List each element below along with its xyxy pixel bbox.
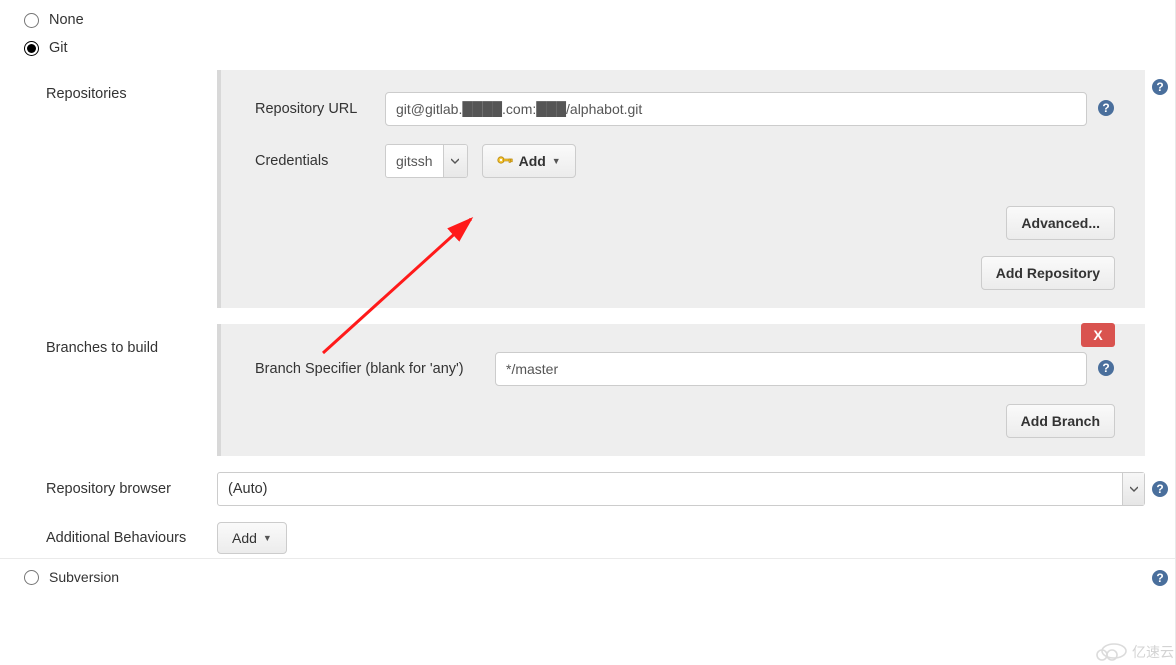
svg-text:?: ?	[1102, 101, 1109, 115]
caret-down-icon: ▼	[552, 156, 561, 166]
help-icon[interactable]: ?	[1151, 78, 1169, 96]
svg-text:?: ?	[1156, 482, 1163, 496]
help-icon[interactable]: ?	[1151, 569, 1169, 590]
scm-git-radio[interactable]	[24, 41, 39, 56]
add-behaviour-button[interactable]: Add ▼	[217, 522, 287, 554]
scm-subversion-label: Subversion	[49, 569, 119, 585]
credentials-selected: gitssh	[386, 145, 443, 177]
svg-text:?: ?	[1156, 571, 1163, 585]
help-icon[interactable]: ?	[1097, 99, 1115, 120]
branch-specifier-label: Branch Specifier (blank for 'any')	[255, 361, 495, 377]
branch-specifier-input[interactable]	[495, 352, 1087, 386]
chevron-down-icon	[443, 145, 467, 177]
branches-label: Branches to build	[46, 324, 217, 356]
caret-down-icon: ▼	[263, 533, 272, 543]
additional-behaviours-label: Additional Behaviours	[46, 530, 217, 546]
chevron-down-icon	[1122, 473, 1144, 505]
scm-none-label: None	[49, 12, 84, 28]
repositories-panel: Repository URL ? Credentials	[217, 70, 1145, 308]
delete-branch-button[interactable]: X	[1081, 323, 1115, 347]
repo-browser-select[interactable]: (Auto)	[217, 472, 1145, 506]
scm-none-radio[interactable]	[24, 13, 39, 28]
help-icon[interactable]: ?	[1097, 359, 1115, 380]
add-branch-button[interactable]: Add Branch	[1006, 404, 1115, 438]
add-repository-button[interactable]: Add Repository	[981, 256, 1115, 290]
svg-text:?: ?	[1102, 361, 1109, 375]
repo-browser-label: Repository browser	[46, 481, 217, 497]
add-credentials-label: Add	[519, 153, 546, 169]
repository-url-input[interactable]	[385, 92, 1087, 126]
key-icon	[497, 153, 513, 169]
help-icon[interactable]: ?	[1151, 480, 1169, 498]
credentials-select[interactable]: gitssh	[385, 144, 468, 178]
scm-subversion-radio[interactable]	[24, 570, 39, 585]
repositories-label: Repositories	[46, 70, 217, 102]
watermark: 亿速云	[1090, 641, 1174, 663]
branches-panel: X Branch Specifier (blank for 'any') ?	[217, 324, 1145, 456]
repo-browser-selected: (Auto)	[218, 473, 1122, 505]
credentials-label: Credentials	[255, 153, 385, 169]
repository-url-label: Repository URL	[255, 101, 385, 117]
scm-git-label: Git	[49, 40, 68, 56]
add-credentials-button[interactable]: Add ▼	[482, 144, 576, 178]
svg-text:?: ?	[1156, 80, 1163, 94]
advanced-button[interactable]: Advanced...	[1006, 206, 1115, 240]
